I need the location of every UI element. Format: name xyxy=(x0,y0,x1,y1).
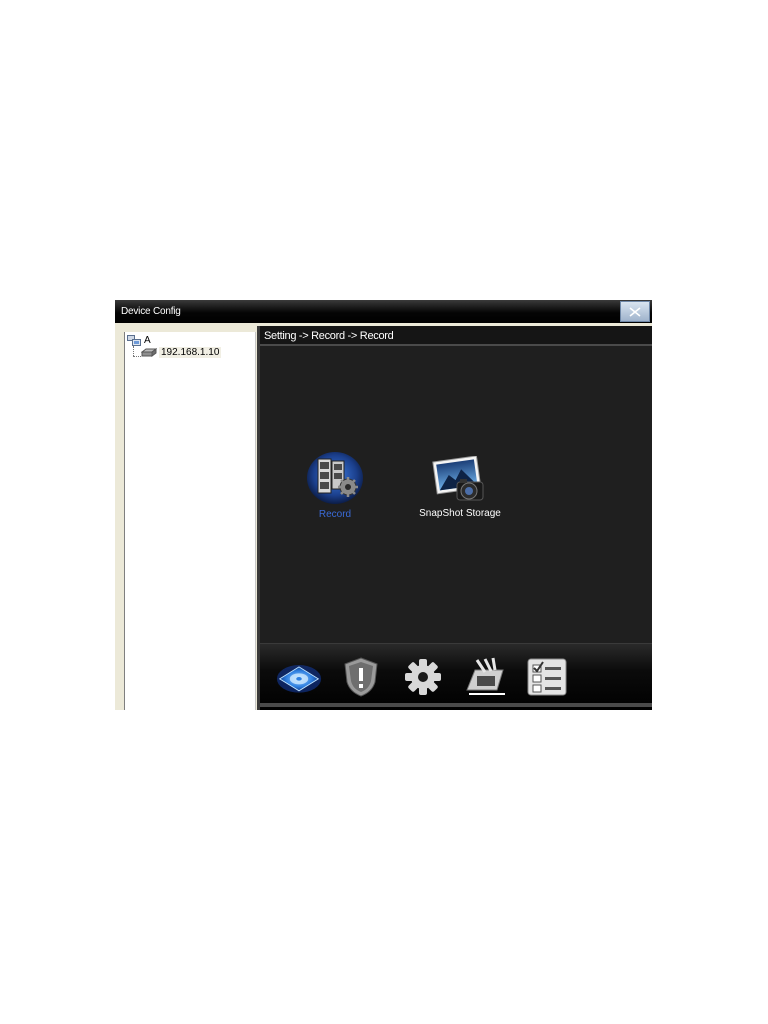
record-settings-item[interactable]: Record xyxy=(305,451,365,520)
snapshot-storage-label: SnapShot Storage xyxy=(419,508,501,519)
close-button[interactable] xyxy=(620,301,650,322)
tree-root-label: A xyxy=(144,335,151,346)
alarm-shield-icon xyxy=(344,657,378,697)
settings-content-panel: Setting -> Record -> Record Record SnapS… xyxy=(257,326,652,710)
nav-info-button[interactable] xyxy=(524,655,570,699)
breadcrumb-text: Setting -> Record -> Record xyxy=(264,330,394,342)
tree-connector xyxy=(133,356,141,357)
tree-root-node[interactable]: A xyxy=(127,335,151,346)
tree-device-label: 192.168.1.10 xyxy=(159,347,222,358)
dvr-device-icon xyxy=(141,348,157,357)
title-bar[interactable]: Device Config xyxy=(115,300,652,323)
nav-system-settings-button[interactable] xyxy=(400,655,446,699)
close-icon xyxy=(629,306,641,317)
window-title: Device Config xyxy=(121,306,181,317)
bottom-nav-bar xyxy=(260,643,652,710)
device-tree-panel: A 192.168.1.10 xyxy=(124,332,256,710)
tools-icon xyxy=(466,657,505,695)
nav-alarm-button[interactable] xyxy=(338,655,384,699)
gear-icon xyxy=(405,659,441,695)
nav-storage-button[interactable] xyxy=(276,655,322,699)
nav-advanced-tools-button[interactable] xyxy=(463,655,509,699)
tree-device-node[interactable]: 192.168.1.10 xyxy=(141,347,222,358)
device-config-window: Device Config A 192.168.1.10 Setting -> … xyxy=(115,300,652,710)
record-label: Record xyxy=(318,509,352,520)
camera-photo-icon xyxy=(432,456,484,501)
tree-connector xyxy=(133,346,134,356)
breadcrumb: Setting -> Record -> Record xyxy=(260,326,652,346)
bottom-bar-divider xyxy=(260,703,652,707)
storage-disk-icon xyxy=(276,665,322,693)
device-group-icon xyxy=(127,335,141,346)
snapshot-storage-item[interactable]: SnapShot Storage xyxy=(410,456,510,519)
checklist-icon xyxy=(527,658,567,696)
record-film-gear-icon xyxy=(307,452,363,504)
